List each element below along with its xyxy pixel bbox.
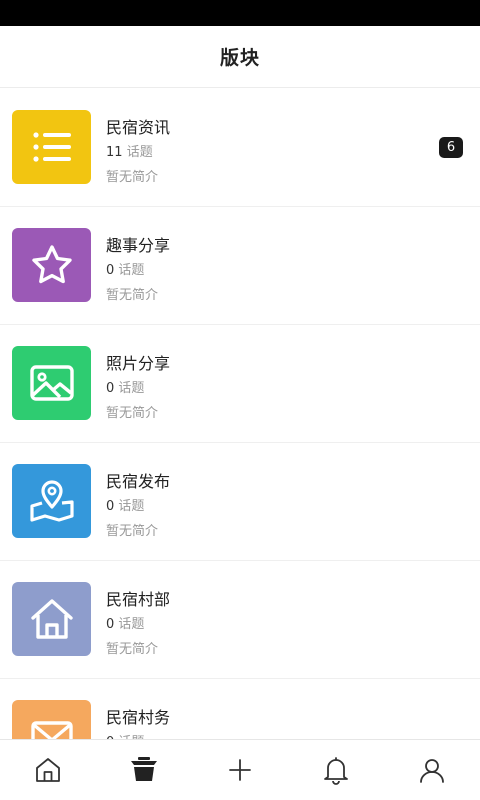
board-icon-box — [12, 110, 91, 184]
mail-icon — [30, 721, 73, 739]
user-icon — [420, 759, 444, 783]
page-title: 版块 — [219, 47, 260, 69]
page-header: 版块 — [0, 26, 480, 88]
board-topic-count: 0 话题 — [106, 263, 145, 278]
bell-icon — [324, 757, 348, 785]
board-topic-count: 0 话题 — [106, 381, 145, 396]
home-outline-icon — [36, 758, 60, 782]
board-item-publish[interactable]: 民宿发布 0 话题 暂无简介 — [0, 443, 480, 561]
image-icon — [29, 365, 74, 401]
board-item-village[interactable]: 民宿村部 0 话题 暂无简介 — [0, 561, 480, 679]
board-icon-box — [12, 228, 91, 302]
bottom-tab-bar — [0, 739, 480, 800]
board-item-photos[interactable]: 照片分享 0 话题 暂无简介 — [0, 325, 480, 443]
board-icon-box — [12, 464, 91, 538]
status-bar — [0, 0, 480, 26]
tab-home[interactable] — [0, 740, 96, 800]
board-topic-count: 0 话题 — [106, 617, 145, 632]
boards-icon — [131, 757, 157, 781]
board-item-fun[interactable]: 趣事分享 0 话题 暂无简介 — [0, 207, 480, 325]
tab-notifications[interactable] — [288, 740, 384, 800]
board-icon-box — [12, 346, 91, 420]
board-topic-count: 0 话题 — [106, 499, 145, 514]
list-icon — [32, 132, 71, 162]
board-name: 照片分享 — [106, 354, 171, 373]
board-name: 民宿发布 — [106, 472, 171, 491]
board-name: 趣事分享 — [106, 236, 171, 255]
board-description: 暂无简介 — [106, 170, 159, 185]
tab-post[interactable] — [192, 740, 288, 800]
board-list[interactable]: 民宿资讯 11 话题 暂无简介 6 趣事分享 0 话题 暂无简介 照片分享 0 … — [0, 89, 480, 739]
board-description: 暂无简介 — [106, 406, 159, 421]
board-item-affairs[interactable]: 民宿村务 0 话题 — [0, 679, 480, 739]
board-topic-count: 0 话题 — [106, 731, 144, 739]
tab-boards[interactable] — [96, 740, 192, 800]
board-description: 暂无简介 — [106, 524, 159, 539]
tab-profile[interactable] — [384, 740, 480, 800]
board-description: 暂无简介 — [106, 642, 159, 657]
board-icon-box — [12, 582, 91, 656]
plus-icon — [229, 759, 251, 781]
board-topic-count: 11 话题 — [106, 145, 153, 160]
board-description: 暂无简介 — [106, 288, 159, 303]
unread-badge: 6 — [439, 137, 463, 158]
board-name: 民宿村务 — [106, 708, 171, 727]
board-item-news[interactable]: 民宿资讯 11 话题 暂无简介 6 — [0, 89, 480, 207]
board-name: 民宿村部 — [106, 590, 171, 609]
board-name: 民宿资讯 — [106, 118, 171, 137]
home-icon — [30, 599, 73, 639]
board-icon-box — [12, 700, 91, 739]
map-pin-icon — [29, 480, 74, 522]
star-icon — [31, 245, 72, 284]
